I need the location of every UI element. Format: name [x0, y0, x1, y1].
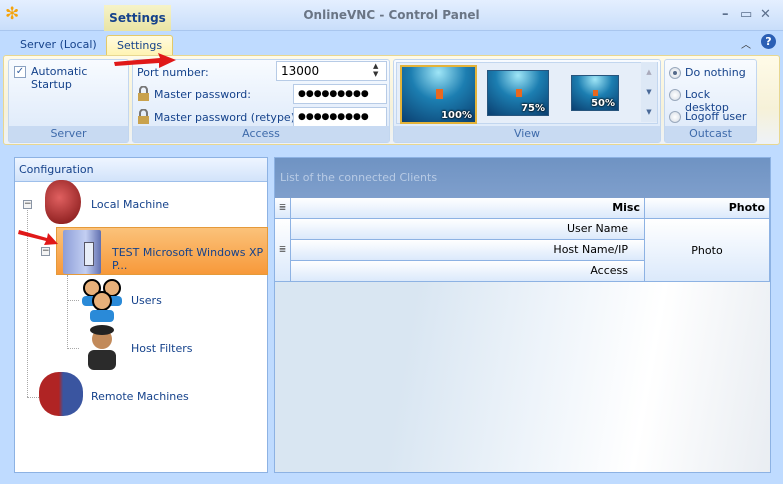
tree-node-host-filters[interactable]: Host Filters	[131, 342, 193, 355]
remote-machines-icon	[39, 372, 83, 416]
tree-node-users[interactable]: Users	[131, 294, 162, 307]
do-nothing-label: Do nothing	[685, 66, 746, 79]
group-label-view: View	[394, 126, 660, 142]
tree-node-test-label: TEST Microsoft Windows XP P...	[112, 246, 264, 272]
view-thumb-75[interactable]: 75%	[487, 70, 549, 116]
red-arrow-annotation	[114, 53, 176, 68]
column-header-misc[interactable]: Misc	[291, 198, 645, 219]
minimize-icon[interactable]: –	[722, 7, 729, 22]
clients-panel: List of the connected Clients ≣ Misc Pho…	[274, 157, 771, 473]
tree-node-local-machine[interactable]: Local Machine	[91, 198, 169, 211]
group-view: 100% 75% 50% ▲ ▼ ▼ View	[393, 59, 661, 143]
row-handle[interactable]: ≣	[275, 219, 291, 282]
local-machine-icon	[45, 180, 81, 224]
group-label-access: Access	[133, 126, 389, 142]
title-bar: ✻ OnlineVNC - Control Panel Settings – ▭…	[0, 0, 783, 31]
master-password-label: Master password:	[154, 88, 251, 101]
tree-header: Configuration	[15, 158, 267, 182]
help-icon[interactable]: ?	[761, 34, 776, 49]
group-server: ✓ Automatic Startup Server	[8, 59, 129, 143]
users-icon	[79, 278, 125, 322]
port-spinner[interactable]: ▲ ▼	[373, 62, 378, 78]
group-label-outcast: Outcast	[665, 126, 756, 142]
collapse-test-machine[interactable]: −	[41, 247, 50, 256]
automatic-startup-checkbox[interactable]: ✓	[14, 66, 26, 78]
group-outcast: Do nothing Lock desktop Logoff user Outc…	[664, 59, 757, 143]
collapse-ribbon-icon[interactable]: ︿	[741, 36, 751, 51]
radio-lock-desktop[interactable]	[669, 89, 681, 101]
server-icon	[63, 230, 101, 274]
gallery-scroll-up[interactable]: ▲	[641, 62, 657, 82]
clients-header: List of the connected Clients	[275, 158, 770, 198]
collapse-local-machine[interactable]: −	[23, 200, 32, 209]
red-arrow-annotation	[18, 230, 58, 245]
field-user-name: User Name	[291, 219, 645, 240]
field-host-name-ip: Host Name/IP	[291, 240, 645, 261]
logoff-user-label: Logoff user	[685, 110, 747, 123]
column-header-photo[interactable]: Photo	[645, 198, 770, 219]
lock-icon	[137, 108, 150, 125]
radio-do-nothing[interactable]	[669, 67, 681, 79]
lock-icon	[137, 85, 150, 102]
close-icon[interactable]: ✕	[760, 7, 771, 22]
tree-node-remote-machines[interactable]: Remote Machines	[91, 390, 189, 403]
field-access: Access	[291, 261, 645, 282]
header-row-handle[interactable]: ≣	[275, 198, 291, 219]
group-label-server: Server	[9, 126, 128, 142]
retype-password-input[interactable]: ●●●●●●●●●	[293, 107, 387, 127]
configuration-tree: Configuration − Local Machine − TEST Mic…	[14, 157, 268, 473]
tab-server-local[interactable]: Server (Local)	[10, 35, 107, 56]
master-password-input[interactable]: ●●●●●●●●●	[293, 84, 387, 104]
retype-password-label: Master password (retype):	[154, 111, 299, 124]
photo-cell: Photo	[645, 219, 770, 282]
maximize-icon[interactable]: ▭	[740, 7, 752, 22]
view-thumb-100[interactable]: 100%	[400, 65, 477, 124]
port-number-input[interactable]: 13000	[276, 61, 387, 81]
gallery-scroll-down[interactable]: ▼	[641, 82, 657, 102]
gallery-expand[interactable]: ▼	[641, 102, 657, 122]
radio-logoff-user[interactable]	[669, 111, 681, 123]
view-thumb-50[interactable]: 50%	[571, 75, 619, 111]
contextual-tab-header: Settings	[104, 5, 171, 31]
host-filters-icon	[85, 324, 119, 370]
